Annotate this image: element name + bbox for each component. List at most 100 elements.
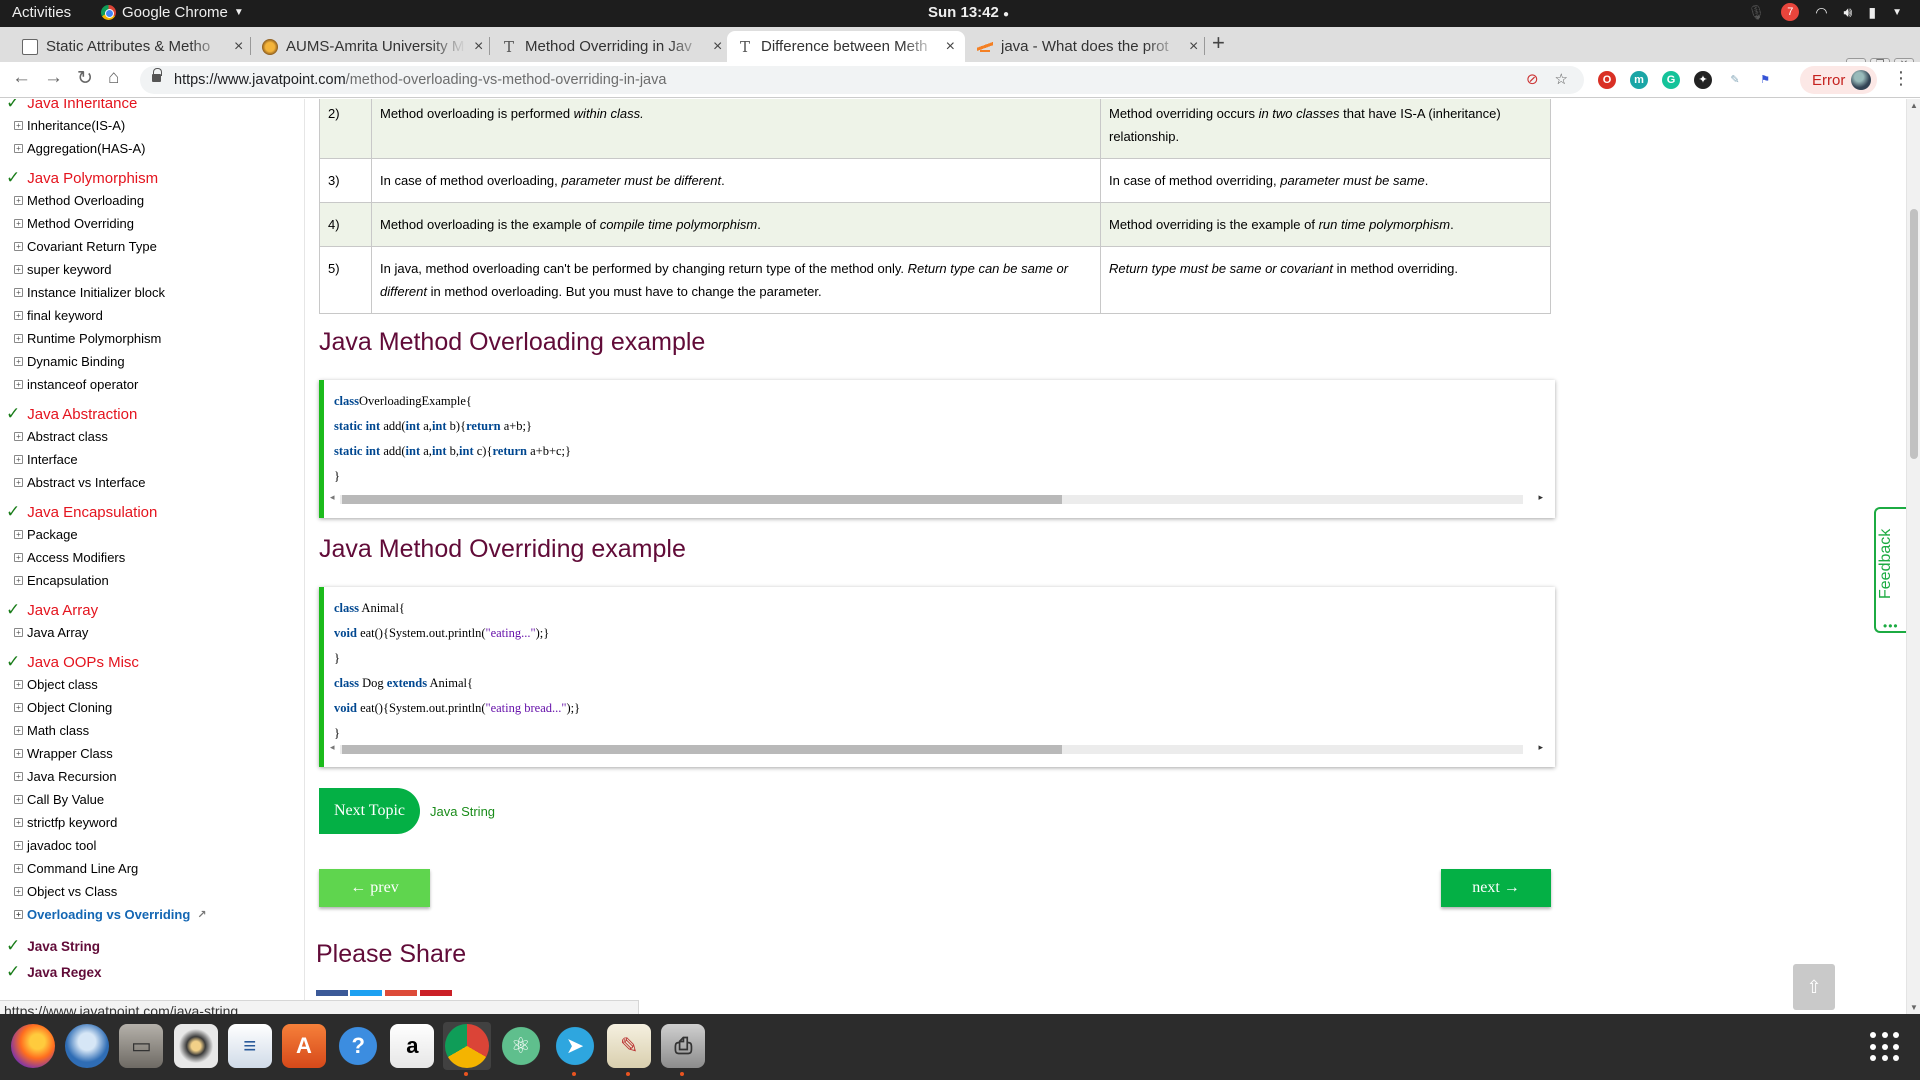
dock-app[interactable]: ➤	[551, 1022, 599, 1076]
sidebar-item[interactable]: + super keyword	[14, 262, 112, 277]
scrollbar-thumb[interactable]	[1910, 209, 1918, 459]
system-tray[interactable]: 🎙︎ 7 ◠ 🔊︎ ▮ ▼	[1748, 3, 1902, 21]
sidebar-item[interactable]: + Instance Initializer block	[14, 285, 165, 300]
page-scrollbar[interactable]: ▲ ▼	[1906, 99, 1920, 1014]
sidebar-item[interactable]: + Object vs Class	[14, 884, 117, 899]
scroll-up-icon[interactable]: ▲	[1910, 101, 1918, 110]
scroll-left-icon[interactable]: ◂	[330, 492, 335, 503]
clock[interactable]: Sun 13:42 ●	[928, 4, 1009, 21]
dock-app[interactable]: A	[280, 1022, 328, 1070]
tab-method-overriding[interactable]: T Method Overriding in Jav ×	[491, 31, 732, 62]
sidebar-item[interactable]: + Overloading vs Overriding ↗	[14, 907, 207, 922]
dock-app[interactable]: ✎	[605, 1022, 653, 1076]
sidebar-item[interactable]: + Runtime Polymorphism	[14, 331, 161, 346]
extension-github-icon[interactable]: ✦	[1694, 71, 1712, 89]
extension-flag-icon[interactable]: ⚑	[1756, 71, 1774, 89]
sidebar-item[interactable]: + Math class	[14, 723, 89, 738]
notification-badge[interactable]: 7	[1781, 3, 1800, 21]
feedback-tab[interactable]: Feedback •••	[1874, 507, 1906, 633]
sidebar-item[interactable]: + Java Recursion	[14, 769, 117, 784]
scrollbar-thumb[interactable]	[342, 495, 1062, 504]
dock-app[interactable]	[442, 1022, 491, 1076]
forward-button[interactable]: →	[44, 67, 63, 89]
dock-app[interactable]: ≡	[226, 1022, 274, 1070]
sidebar-item[interactable]: + final keyword	[14, 308, 103, 323]
sidebar-item[interactable]: + strictfp keyword	[14, 815, 117, 830]
profile-error-button[interactable]: Error	[1800, 66, 1878, 94]
sidebar-item[interactable]: + Call By Value	[14, 792, 104, 807]
activities-button[interactable]: Activities	[12, 4, 71, 21]
url-text[interactable]: https://www.javatpoint.com/method-overlo…	[174, 72, 666, 88]
app-menu[interactable]: Google Chrome ▼	[101, 4, 244, 21]
extension-m-icon[interactable]: m	[1630, 71, 1648, 89]
sidebar-item[interactable]: + Covariant Return Type	[14, 239, 157, 254]
facebook-share-button[interactable]	[316, 990, 348, 996]
sidebar-item[interactable]: + Encapsulation	[14, 573, 109, 588]
dock-app[interactable]	[63, 1022, 111, 1070]
back-button[interactable]: ←	[12, 67, 31, 89]
next-button[interactable]: next →	[1441, 869, 1551, 907]
sidebar-item[interactable]: + Wrapper Class	[14, 746, 113, 761]
sidebar-item[interactable]: + instanceof operator	[14, 377, 138, 392]
show-applications-icon[interactable]	[1870, 1032, 1900, 1062]
sidebar-item[interactable]: + Method Overriding	[14, 216, 134, 231]
address-bar[interactable]: https://www.javatpoint.com/method-overlo…	[140, 66, 1584, 94]
sidebar-item[interactable]: + Dynamic Binding	[14, 354, 125, 369]
pinterest-share-button[interactable]	[420, 990, 452, 996]
sidebar-item[interactable]: + Command Line Arg	[14, 861, 138, 876]
tab-aums[interactable]: AUMS-Amrita University M ×	[252, 31, 493, 62]
dock-app[interactable]: ▭	[117, 1022, 165, 1070]
sidebar-item[interactable]: + Object Cloning	[14, 700, 112, 715]
sidebar-heading[interactable]: ✓ Java Abstraction	[6, 404, 137, 424]
chrome-menu-icon[interactable]: ⋮	[1892, 68, 1910, 89]
code-horizontal-scrollbar[interactable]: ◂ ▸	[330, 492, 1545, 505]
sidebar-item[interactable]: + Abstract class	[14, 429, 108, 444]
sidebar-item[interactable]: + Abstract vs Interface	[14, 475, 146, 490]
prev-button[interactable]: ← prev	[319, 869, 430, 907]
next-topic-link[interactable]: Java String	[430, 804, 495, 819]
sidebar-heading[interactable]: ✓ Java Inheritance	[6, 99, 137, 113]
scrollbar-thumb[interactable]	[342, 745, 1062, 754]
sidebar-item[interactable]: + Package	[14, 527, 78, 542]
twitter-share-button[interactable]	[350, 990, 382, 996]
sidebar-item[interactable]: + Aggregation(HAS-A)	[14, 141, 146, 156]
scroll-left-icon[interactable]: ◂	[330, 742, 335, 753]
dock-app[interactable]	[9, 1022, 57, 1070]
sidebar-heading[interactable]: ✓ Java Array	[6, 600, 98, 620]
scroll-to-top-button[interactable]: ⇧	[1793, 964, 1835, 1010]
dock-app[interactable]: ⎙	[659, 1022, 707, 1076]
close-icon[interactable]: ×	[474, 38, 483, 56]
close-icon[interactable]: ×	[1189, 38, 1198, 56]
close-icon[interactable]: ×	[946, 38, 955, 56]
home-button[interactable]: ⌂	[108, 67, 119, 89]
sidebar-item[interactable]: + Inheritance(IS-A)	[14, 118, 125, 133]
google-share-button[interactable]	[385, 990, 417, 996]
dock-app[interactable]: ⚛	[497, 1022, 545, 1070]
close-icon[interactable]: ×	[713, 38, 722, 56]
dock-app[interactable]	[172, 1022, 220, 1070]
sidebar-item[interactable]: + javadoc tool	[14, 838, 96, 853]
reload-button[interactable]: ↻	[77, 67, 93, 90]
tab-static-attributes[interactable]: Static Attributes & Metho ×	[12, 31, 253, 62]
bookmark-star-icon[interactable]: ☆	[1555, 70, 1568, 88]
sidebar-item[interactable]: + Method Overloading	[14, 193, 144, 208]
blocked-content-icon[interactable]: ⊘	[1526, 70, 1539, 88]
sidebar-heading[interactable]: ✓ Java Polymorphism	[6, 168, 158, 188]
scroll-down-icon[interactable]: ▼	[1910, 1003, 1918, 1012]
sidebar-item[interactable]: + Object class	[14, 677, 98, 692]
sidebar-item[interactable]: + Interface	[14, 452, 78, 467]
sidebar-item[interactable]: + Access Modifiers	[14, 550, 125, 565]
new-tab-button[interactable]: +	[1212, 30, 1225, 56]
dock-app[interactable]: a	[388, 1022, 436, 1070]
scroll-right-icon[interactable]: ▸	[1538, 492, 1543, 503]
scroll-right-icon[interactable]: ▸	[1538, 742, 1543, 753]
tab-stackoverflow[interactable]: java - What does the prot ×	[967, 31, 1208, 62]
sidebar-heading[interactable]: ✓ Java OOPs Misc	[6, 652, 139, 672]
close-icon[interactable]: ×	[234, 38, 243, 56]
extension-grammarly-icon[interactable]: G	[1662, 71, 1680, 89]
sidebar-item[interactable]: + Java Array	[14, 625, 88, 640]
extension-wand-icon[interactable]: ✎	[1726, 71, 1744, 89]
dock-app[interactable]: ?	[334, 1022, 382, 1070]
code-horizontal-scrollbar[interactable]: ◂ ▸	[330, 742, 1545, 755]
sidebar-heading[interactable]: ✓ Java String	[6, 936, 100, 956]
